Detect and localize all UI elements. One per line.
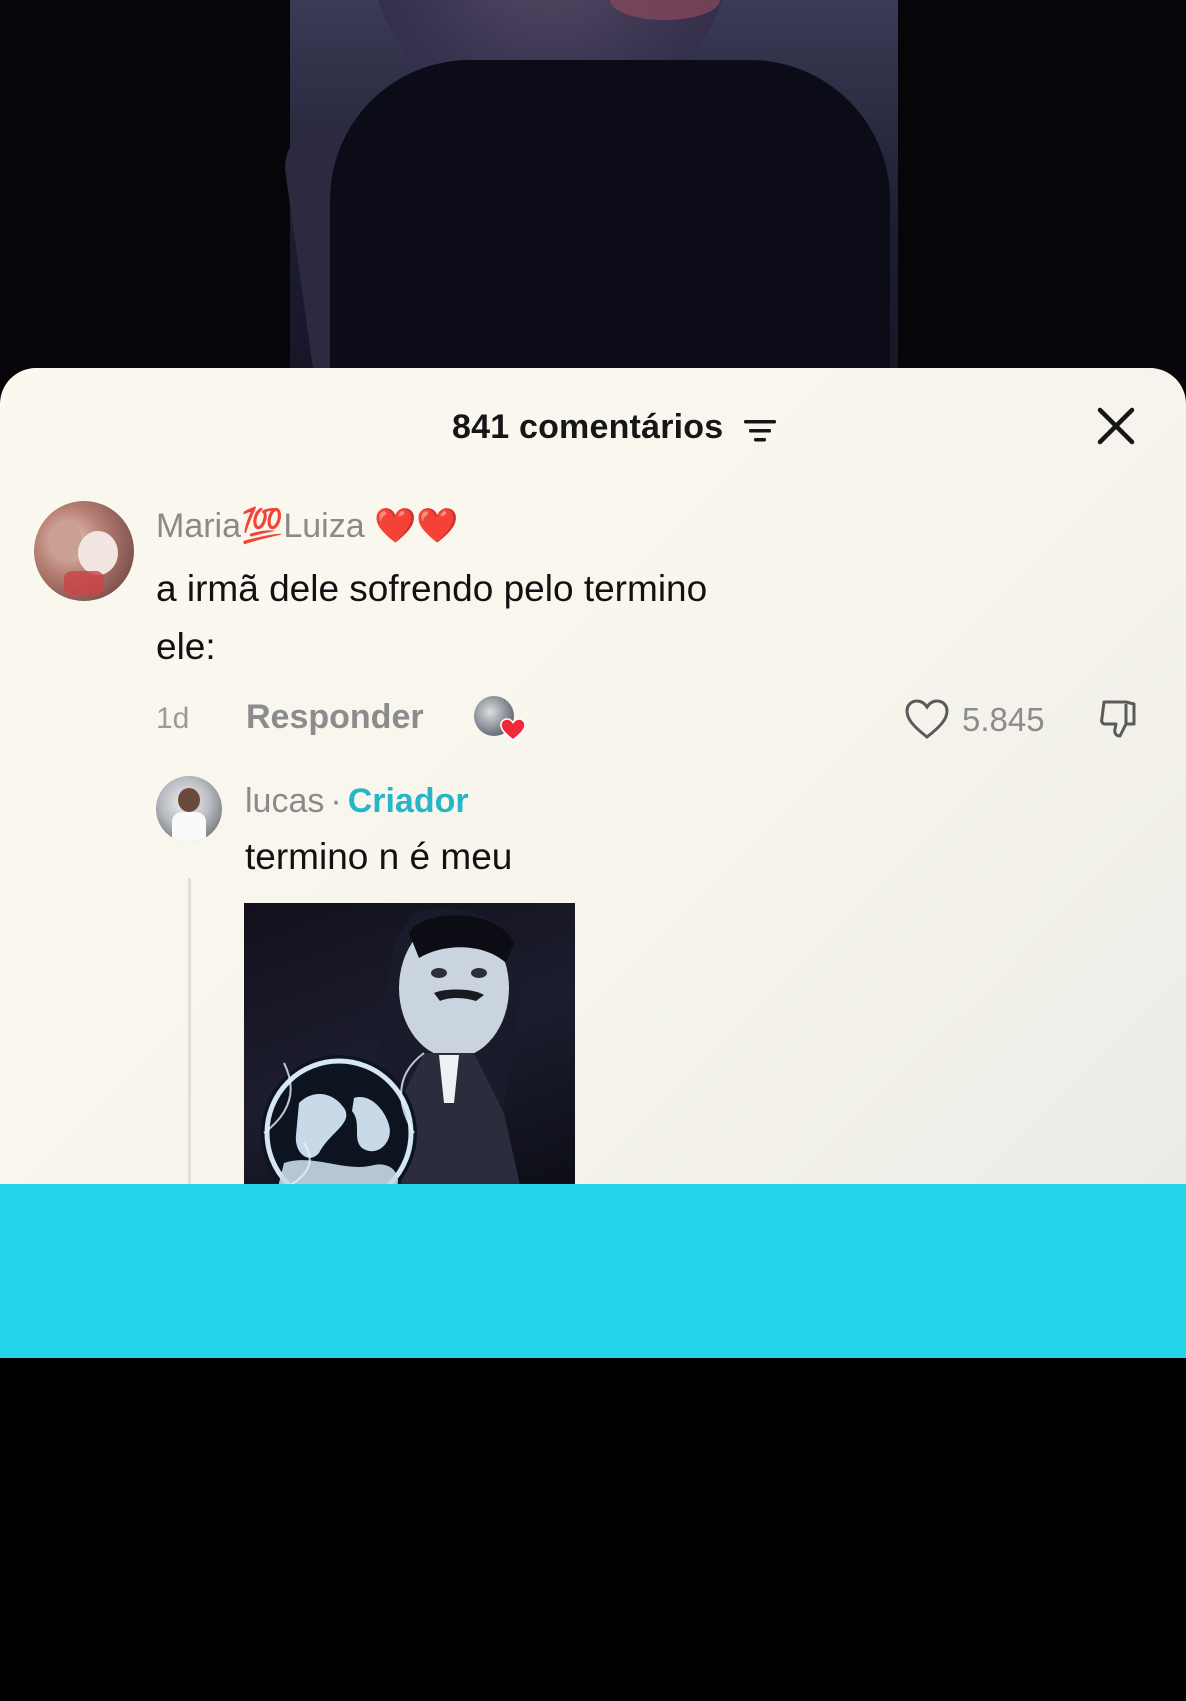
comment-timestamp: 1d xyxy=(156,702,190,735)
comment-author[interactable]: Maria💯Luiza ❤️❤️ xyxy=(156,506,459,546)
reply-author-name: lucas xyxy=(245,782,325,820)
comment-count: 841 comentários xyxy=(452,408,724,446)
thread-line xyxy=(188,878,191,1186)
separator: · xyxy=(330,782,342,820)
close-icon[interactable] xyxy=(1092,402,1140,450)
comment-actions: 1d Responder 5.845 xyxy=(0,688,1186,748)
heart-icon xyxy=(500,718,526,742)
avatar-detail xyxy=(78,531,118,575)
avatar-detail xyxy=(178,788,200,812)
bottom-area xyxy=(0,1358,1186,1701)
comments-sheet: 841 comentários Maria💯Luiza ❤️❤️ a irmã … xyxy=(0,368,1186,1186)
reply-avatar[interactable] xyxy=(156,776,222,842)
sticker-art xyxy=(261,908,521,1186)
avatar[interactable] xyxy=(34,501,134,601)
comment-author-emoji: ❤️❤️ xyxy=(374,507,459,545)
like-count: 5.845 xyxy=(962,701,1045,738)
reply-author[interactable]: lucas · Criador xyxy=(245,782,469,821)
avatar-detail xyxy=(172,812,206,842)
avatar-detail xyxy=(48,521,82,561)
thumbs-down-icon[interactable] xyxy=(1096,696,1142,742)
creator-badge: Criador xyxy=(347,782,469,820)
comment-text: a irmã dele sofrendo pelo termino ele: xyxy=(156,568,708,667)
sticker-image[interactable] xyxy=(244,903,575,1186)
caption-bar xyxy=(0,1184,1186,1358)
comments-header: 841 comentários xyxy=(0,398,1186,458)
avatar-detail xyxy=(64,571,104,595)
filter-icon[interactable] xyxy=(742,416,778,446)
video-background xyxy=(0,0,1186,480)
reply-text: termino n é meu xyxy=(245,836,513,877)
comment-author-name: Maria💯Luiza xyxy=(156,507,365,545)
heart-outline-icon[interactable] xyxy=(904,698,950,740)
reply-button[interactable]: Responder xyxy=(246,698,424,737)
